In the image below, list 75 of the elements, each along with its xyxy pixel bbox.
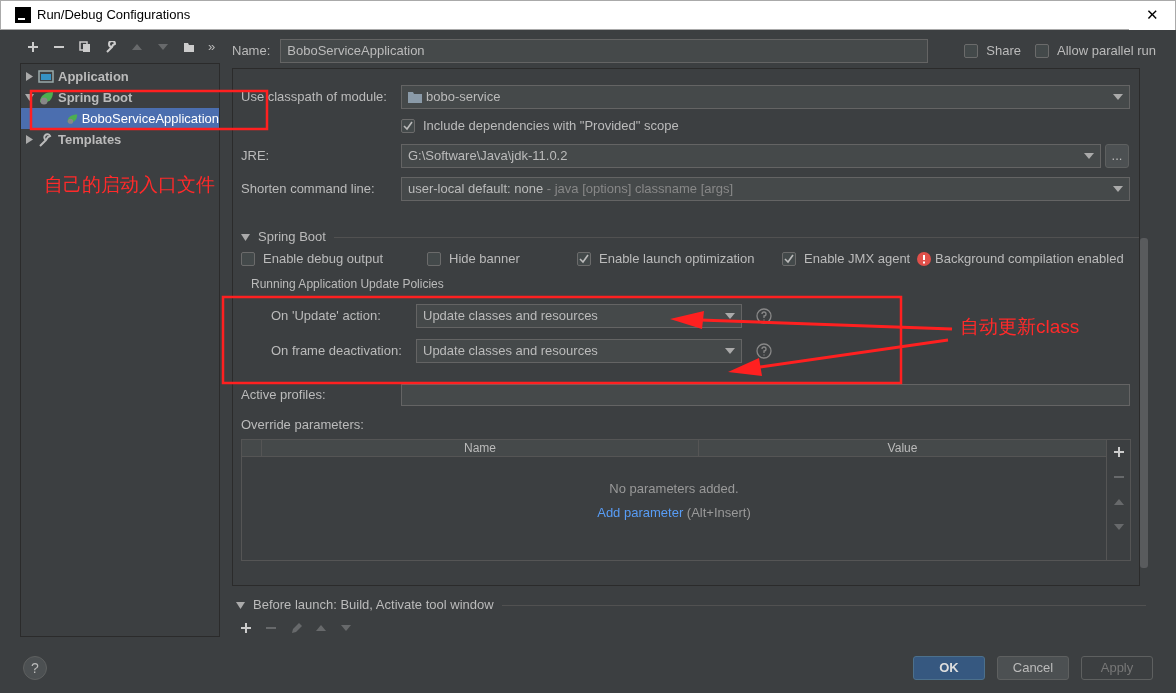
warning-text: Background compilation enabled [935,250,1124,269]
dropdown-caret-icon[interactable] [1084,153,1094,159]
checkbox[interactable] [577,252,591,266]
app-icon [15,7,31,23]
browse-button[interactable]: ... [1105,144,1129,168]
checkbox[interactable] [1035,44,1049,58]
active-profiles-field[interactable] [401,384,1130,406]
scrollbar[interactable] [1140,238,1148,568]
module-dropdown[interactable]: bobo-service [401,85,1130,109]
field-label: JRE: [241,147,271,166]
add-parameter-link[interactable]: Add parameter [597,502,684,522]
group-title: Running Application Update Policies [251,276,445,291]
checkbox[interactable] [427,252,441,266]
dropdown-caret-icon[interactable] [1113,186,1123,192]
module-folder-icon [408,91,422,103]
add-icon[interactable] [1112,446,1125,458]
application-icon [38,68,54,85]
checkbox-label: Enable debug output [263,250,383,269]
checkbox[interactable] [782,252,796,266]
help-icon[interactable] [756,342,772,359]
help-icon[interactable] [756,307,772,324]
checkbox-label: Hide banner [449,250,520,269]
field-label: Use classpath of module: [241,88,388,107]
dropdown-caret-icon[interactable] [1113,94,1123,100]
collapse-arrow-icon[interactable] [236,600,245,610]
warning-icon [917,252,931,266]
dropdown-caret-icon[interactable] [725,312,735,319]
tree-item[interactable]: BoboServiceApplication [21,108,219,129]
window-title: Run/Debug Configurations [37,6,192,25]
checkbox-label: Enable JMX agent [804,250,911,269]
annotation-text: 自己的启动入口文件 [44,173,215,197]
column-header[interactable]: Name [262,440,699,456]
column-header[interactable]: Value [699,440,1106,456]
field-label: Shorten command line: [241,180,376,199]
field-label: On 'Update' action: [271,306,382,325]
expand-arrow-icon[interactable] [25,72,34,81]
empty-message: No parameters added. [608,480,740,498]
annotation-text: 自动更新class [960,315,1080,339]
add-icon[interactable] [27,40,39,53]
section-title: Spring Boot [258,228,326,247]
field-label: Active profiles: [241,386,327,405]
policy-dropdown[interactable]: Update classes and resources [416,303,742,328]
help-button[interactable]: ? [23,656,47,680]
field-label: On frame deactivation: [271,341,403,360]
more-toolbar-items[interactable]: » [208,36,216,57]
name-field[interactable]: BoboServiceApplication [280,39,929,63]
name-label: Name: [232,42,271,61]
expand-arrow-icon[interactable] [25,135,34,144]
checkbox[interactable] [964,44,979,58]
add-icon[interactable] [240,622,252,634]
checkbox-label: Allow parallel run [1057,42,1156,61]
checkbox-label: Include dependencies with "Provided" scope [423,117,679,136]
tree-item[interactable]: Application [21,66,219,87]
shorten-dropdown[interactable]: user-local default: none - java [options] classname [args] [401,177,1130,201]
dropdown-caret-icon[interactable] [725,347,735,354]
expand-arrow-icon[interactable] [25,93,34,102]
tree-item[interactable]: Templates [21,129,219,150]
dialog-button[interactable]: Cancel [997,656,1069,680]
copy-icon[interactable] [79,40,91,53]
wrench-icon [38,131,54,148]
policy-dropdown[interactable]: Update classes and resources [416,338,742,363]
section-title: Before launch: Build, Activate tool window [253,596,494,615]
shortcut-hint: (Alt+Insert) [685,503,751,522]
checkbox-label: Share [986,42,1021,61]
tree-item[interactable]: Spring Boot [21,87,219,108]
checkbox-label: Enable launch optimization [599,250,755,269]
folder-icon[interactable] [183,40,195,53]
wrench-icon[interactable] [105,40,117,53]
collapse-arrow-icon[interactable] [241,232,250,242]
checkbox[interactable] [401,119,415,133]
dialog-button[interactable]: OK [913,656,985,680]
jre-dropdown[interactable]: G:\Software\Java\jdk-11.0.2 [401,144,1101,168]
spring-leaf-icon [38,89,54,106]
field-label: Override parameters: [241,416,364,435]
checkbox[interactable] [241,252,255,266]
